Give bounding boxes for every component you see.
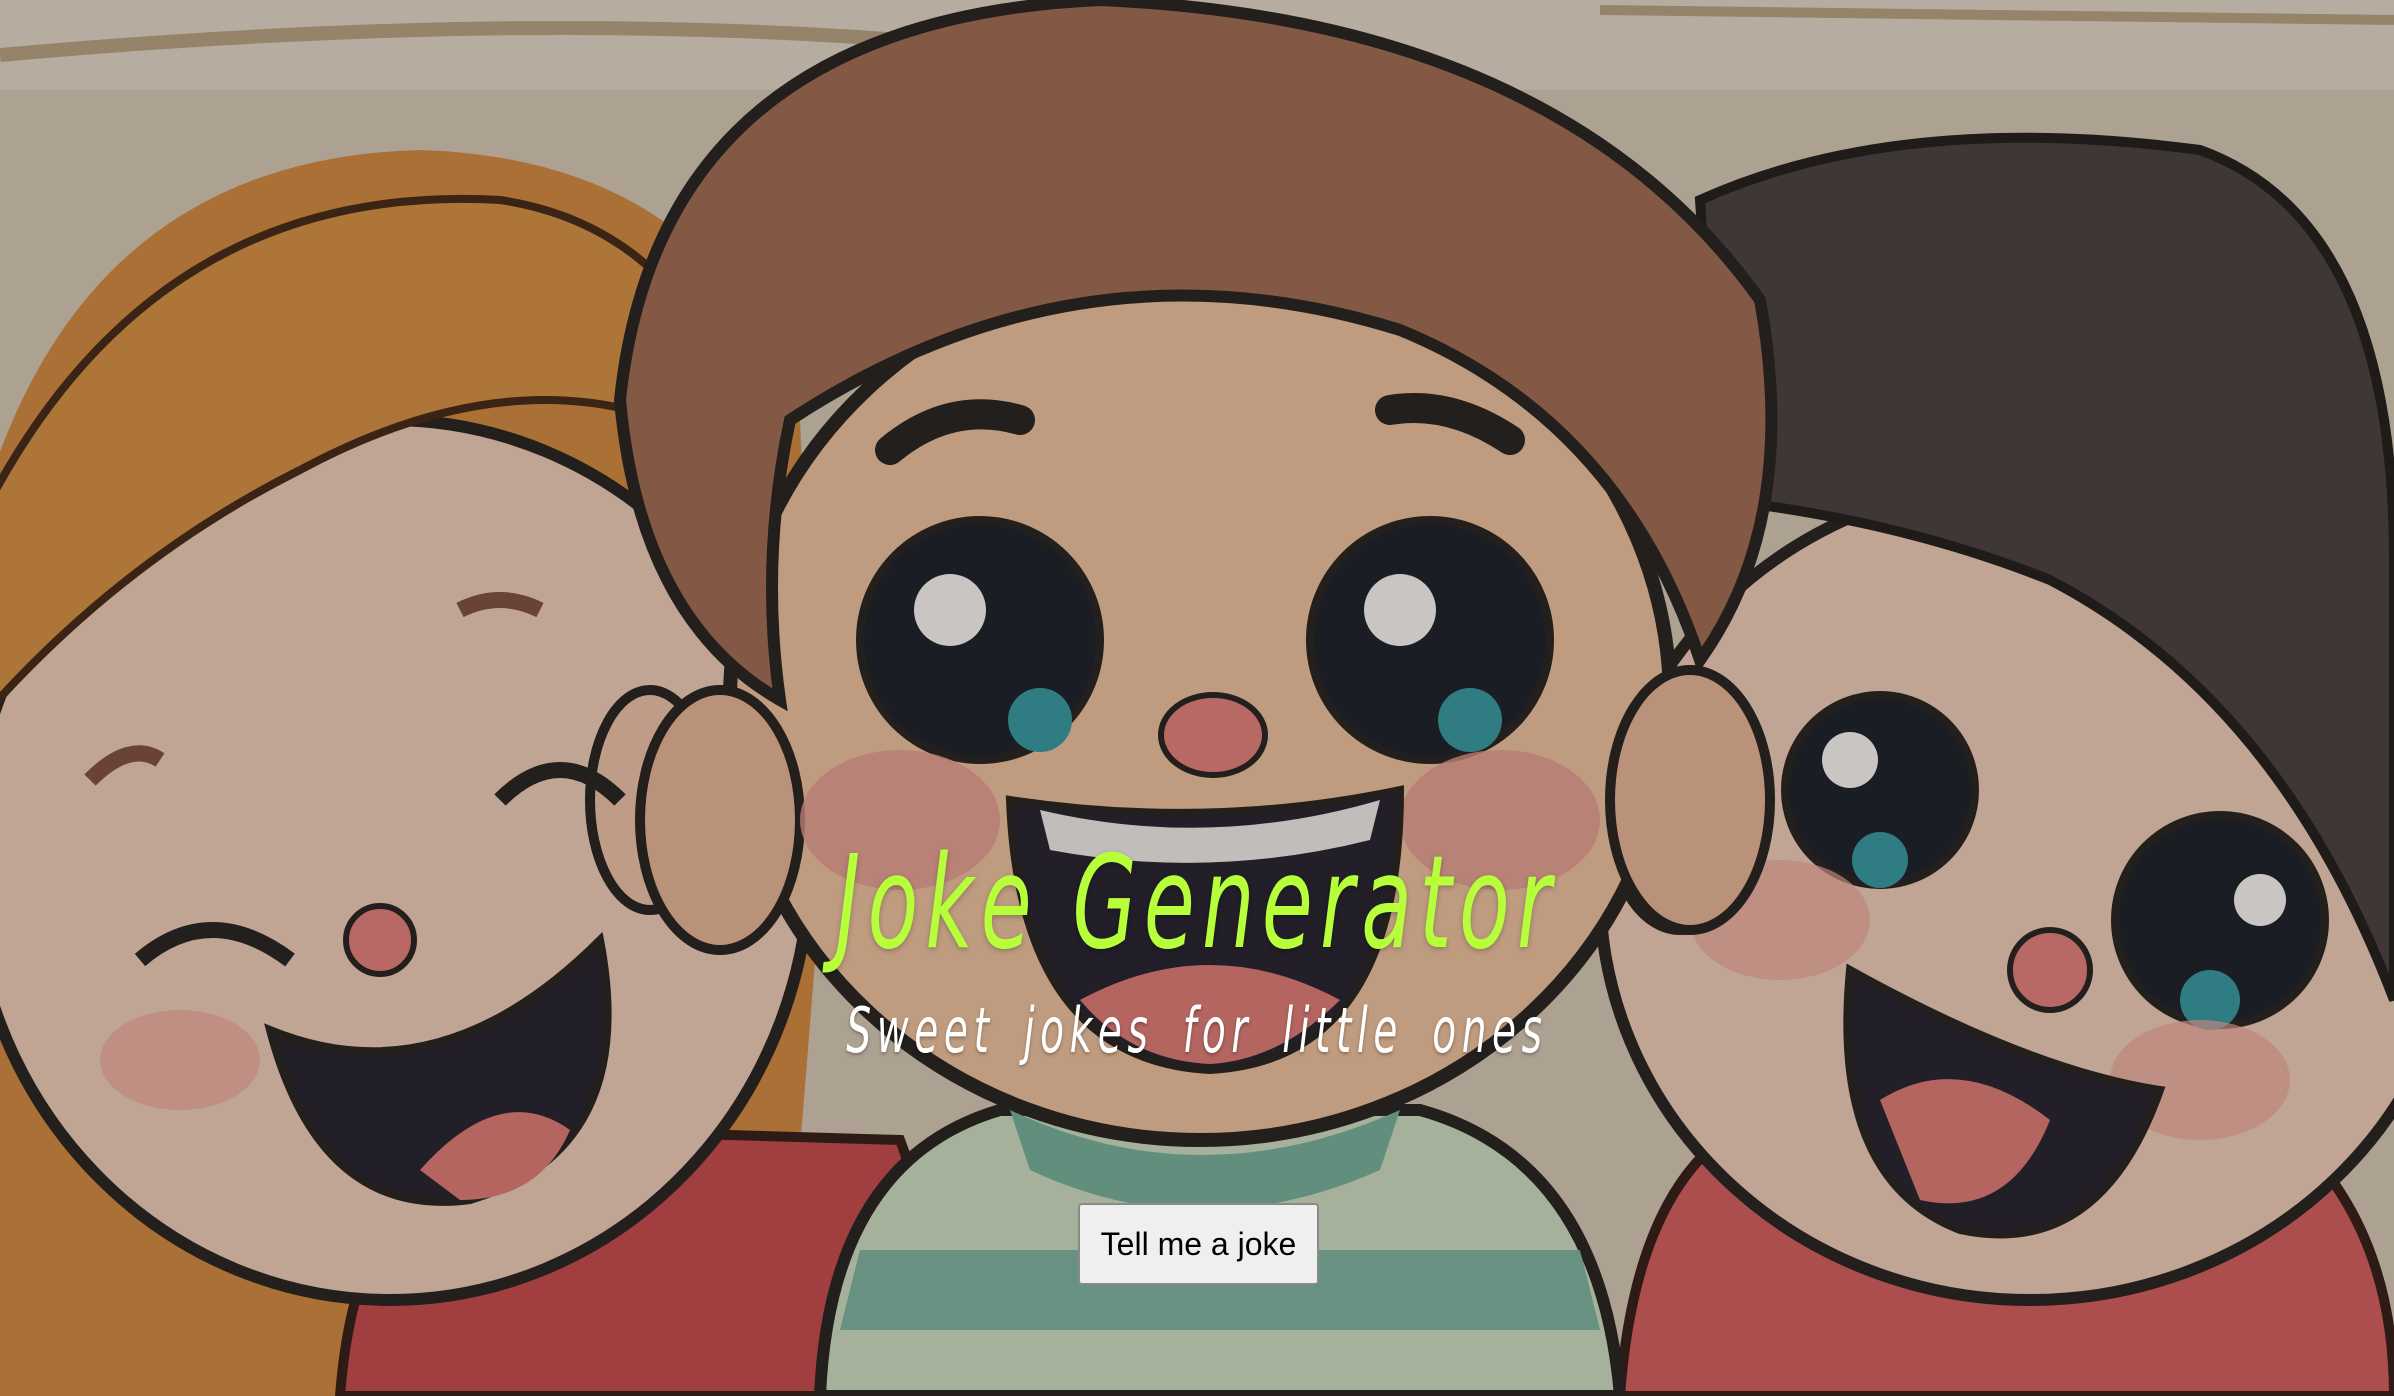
page-title: Joke Generator: [835, 829, 1559, 978]
background-overlay: [0, 0, 2394, 1396]
page-subtitle: Sweet jokes for little ones: [846, 994, 1548, 1067]
hero-section: Joke Generator Sweet jokes for little on…: [0, 0, 2394, 1396]
tell-joke-button[interactable]: Tell me a joke: [1078, 1203, 1319, 1285]
